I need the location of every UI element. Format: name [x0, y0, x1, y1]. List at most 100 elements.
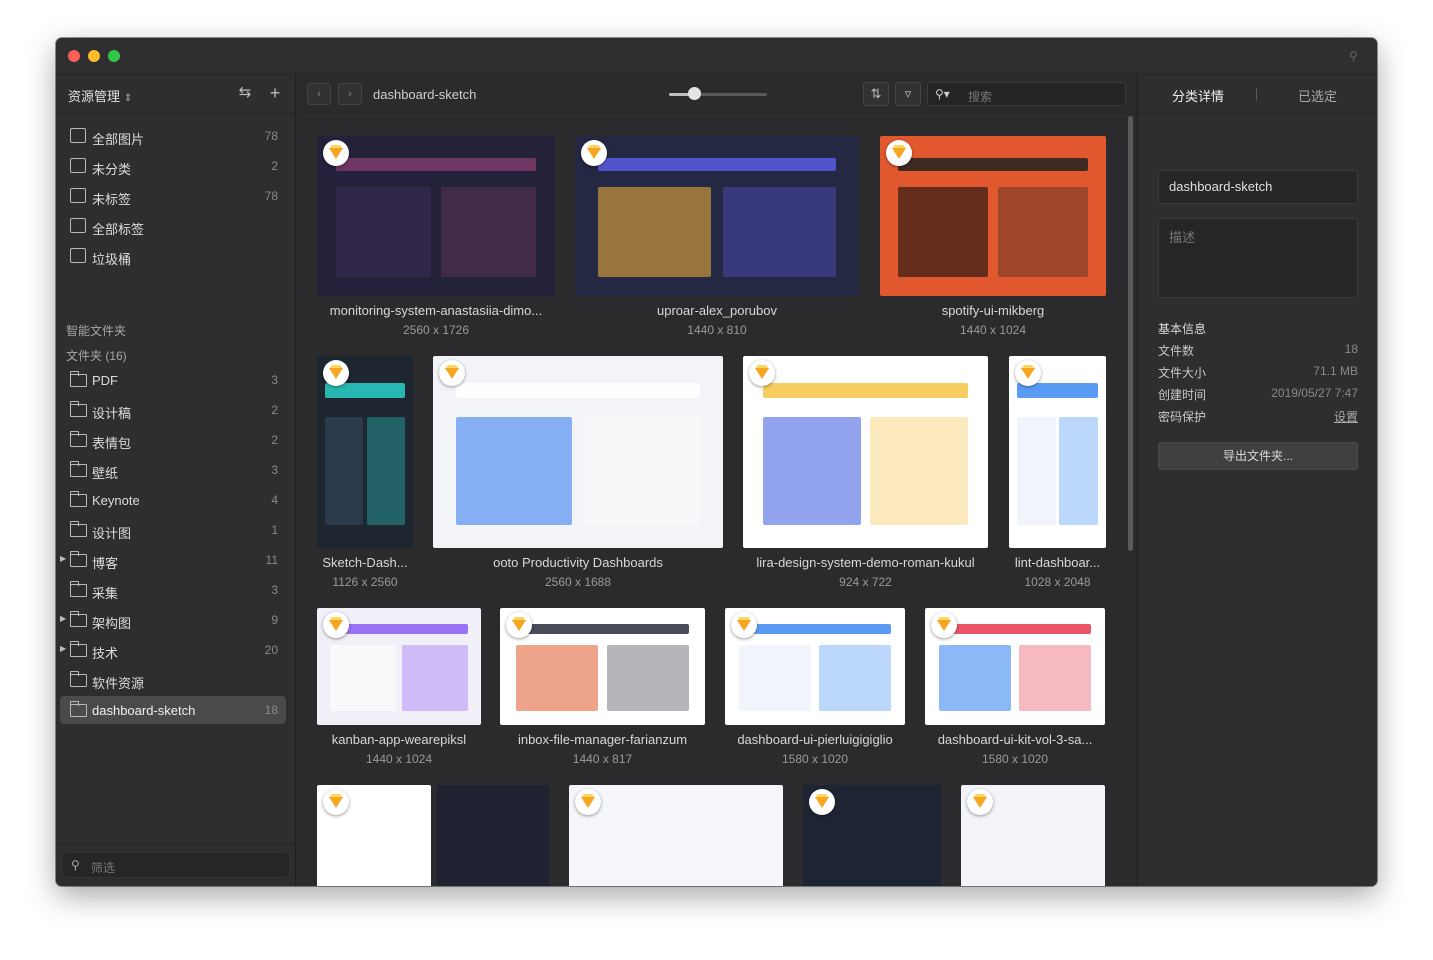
folder-label: 架构图: [92, 616, 132, 631]
folder-count: 3: [271, 583, 278, 597]
search-icon: ⚲: [71, 858, 80, 872]
folder-item[interactable]: Keynote 4: [56, 486, 296, 514]
sidebar-item-trash[interactable]: 垃圾桶: [56, 242, 296, 270]
back-button[interactable]: ‹: [307, 83, 331, 105]
folder-label: PDF: [92, 373, 118, 388]
image-thumbnail[interactable]: [1009, 356, 1106, 548]
uncategorized-icon: [70, 158, 86, 173]
filter-input[interactable]: ⚲ 筛选: [62, 852, 290, 878]
minimize-button[interactable]: [88, 50, 100, 62]
password-set-link[interactable]: 设置: [1334, 408, 1358, 425]
export-folder-button[interactable]: 导出文件夹...: [1158, 442, 1358, 470]
info-value: 2019/05/27 7:47: [1271, 386, 1358, 400]
info-key: 密码保护: [1158, 410, 1207, 424]
add-icon[interactable]: +: [266, 84, 284, 102]
image-thumbnail[interactable]: [437, 785, 549, 886]
info-row: 创建时间 2019/05/27 7:47: [1158, 386, 1358, 404]
sketch-file-icon: [967, 789, 993, 815]
image-thumbnail[interactable]: [961, 785, 1105, 886]
sidebar-item-untagged[interactable]: 未标签 78: [56, 182, 296, 210]
description-field[interactable]: 描述: [1158, 218, 1358, 298]
image-thumbnail[interactable]: [880, 136, 1106, 296]
close-button[interactable]: [68, 50, 80, 62]
smart-folders-heading[interactable]: 智能文件夹: [66, 322, 126, 339]
thumbnail-dimensions: 1580 x 1020: [981, 752, 1049, 766]
image-thumbnail[interactable]: [317, 785, 431, 886]
sidebar-item-all-images[interactable]: 全部图片 78: [56, 122, 296, 150]
info-value: 18: [1344, 342, 1358, 356]
chevron-right-icon: ›: [348, 88, 352, 100]
forward-button[interactable]: ›: [338, 83, 362, 105]
image-thumbnail[interactable]: [317, 356, 413, 548]
folder-item[interactable]: ▶ 技术 20: [56, 636, 296, 664]
filter-button[interactable]: ▿: [895, 82, 921, 106]
folders-heading[interactable]: 文件夹 (16): [66, 347, 127, 364]
folder-icon: [69, 701, 87, 717]
zoom-slider[interactable]: [669, 93, 767, 96]
folder-label: 设计图: [92, 526, 132, 541]
image-thumbnail[interactable]: [433, 356, 723, 548]
library-title: 资源管理: [68, 89, 121, 104]
folder-item[interactable]: 采集 3: [56, 576, 296, 604]
folder-icon: [69, 581, 87, 597]
folder-name-field[interactable]: dashboard-sketch: [1158, 170, 1358, 204]
image-thumbnail[interactable]: [803, 785, 941, 886]
zoom-button[interactable]: [108, 50, 120, 62]
filter-placeholder: 筛选: [91, 861, 116, 875]
thumbnail-name: dashboard-ui-kit-vol-3-sa...: [937, 732, 1093, 747]
pin-icon[interactable]: ⚲: [1349, 49, 1361, 63]
folder-item[interactable]: 壁纸 3: [56, 456, 296, 484]
thumbnail-dimensions: 1440 x 810: [687, 323, 747, 337]
swap-icon[interactable]: ⇆: [236, 84, 254, 102]
disclosure-triangle-icon[interactable]: ▶: [60, 614, 66, 623]
sketch-file-icon: [575, 789, 601, 815]
image-thumbnail[interactable]: [725, 608, 905, 725]
image-thumbnail[interactable]: [500, 608, 705, 725]
disclosure-triangle-icon[interactable]: ▶: [60, 554, 66, 563]
thumbnail-name: kanban-app-wearepiksl: [331, 732, 467, 747]
scrollbar[interactable]: [1128, 116, 1133, 551]
sketch-file-icon: [581, 140, 607, 166]
folder-label: Keynote: [92, 493, 140, 508]
folder-icon: [69, 551, 87, 567]
sidebar-item-uncategorized[interactable]: 未分类 2: [56, 152, 296, 180]
folder-item[interactable]: 软件资源: [56, 666, 296, 694]
image-thumbnail[interactable]: [569, 785, 783, 886]
inspector-panel: 分类详情 已选定 dashboard-sketch 描述 基本信息 文件数 18 文…: [1137, 74, 1377, 886]
app-window: ⚲ 资源管理 ⇕ ⇆ + 全部图片 78 未分类 2 未标签 78 全部标签垃圾桶 智能文件夹…: [56, 38, 1377, 886]
folder-label: 博客: [92, 556, 119, 571]
thumbnail-dimensions: 2560 x 1726: [402, 323, 470, 337]
folder-item[interactable]: dashboard-sketch 18: [60, 696, 286, 724]
image-thumbnail[interactable]: [743, 356, 988, 548]
folder-item[interactable]: 表情包 2: [56, 426, 296, 454]
folder-count: 4: [271, 493, 278, 507]
sidebar-item-label: 全部标签: [92, 222, 145, 237]
folder-icon: [69, 671, 87, 687]
folder-count: 20: [264, 643, 278, 657]
tab-details[interactable]: 分类详情: [1172, 86, 1224, 105]
folder-count: 2: [271, 433, 278, 447]
sketch-file-icon: [506, 612, 532, 638]
folder-item[interactable]: PDF 3: [56, 366, 296, 394]
image-thumbnail[interactable]: [317, 136, 555, 296]
image-thumbnail[interactable]: [317, 608, 481, 725]
folder-item[interactable]: ▶ 博客 11: [56, 546, 296, 574]
info-row: 文件数 18: [1158, 342, 1358, 360]
search-input[interactable]: ⚲▾ 搜索: [927, 82, 1126, 106]
image-thumbnail[interactable]: [925, 608, 1105, 725]
folder-item[interactable]: 设计图 1: [56, 516, 296, 544]
zoom-slider-handle[interactable]: [687, 87, 701, 100]
sketch-file-icon: [439, 360, 465, 386]
folder-item[interactable]: ▶ 架构图 9: [56, 606, 296, 634]
sidebar-item-all-tags[interactable]: 全部标签: [56, 212, 296, 240]
sort-button[interactable]: ⇅: [863, 82, 889, 106]
folder-item[interactable]: 设计稿 2: [56, 396, 296, 424]
image-thumbnail[interactable]: [575, 136, 859, 296]
tab-selected[interactable]: 已选定: [1298, 86, 1337, 105]
sidebar-item-count: 78: [264, 189, 278, 203]
disclosure-triangle-icon[interactable]: ▶: [60, 644, 66, 653]
library-switcher[interactable]: 资源管理 ⇕: [68, 86, 132, 105]
main-content: ‹ › dashboard-sketch ⇅ ▿ ⚲▾ 搜索 monitorin…: [297, 74, 1136, 886]
thumbnail-name: ooto Productivity Dashboards: [493, 555, 663, 570]
thumbnail-name: spotify-ui-mikberg: [941, 303, 1045, 318]
